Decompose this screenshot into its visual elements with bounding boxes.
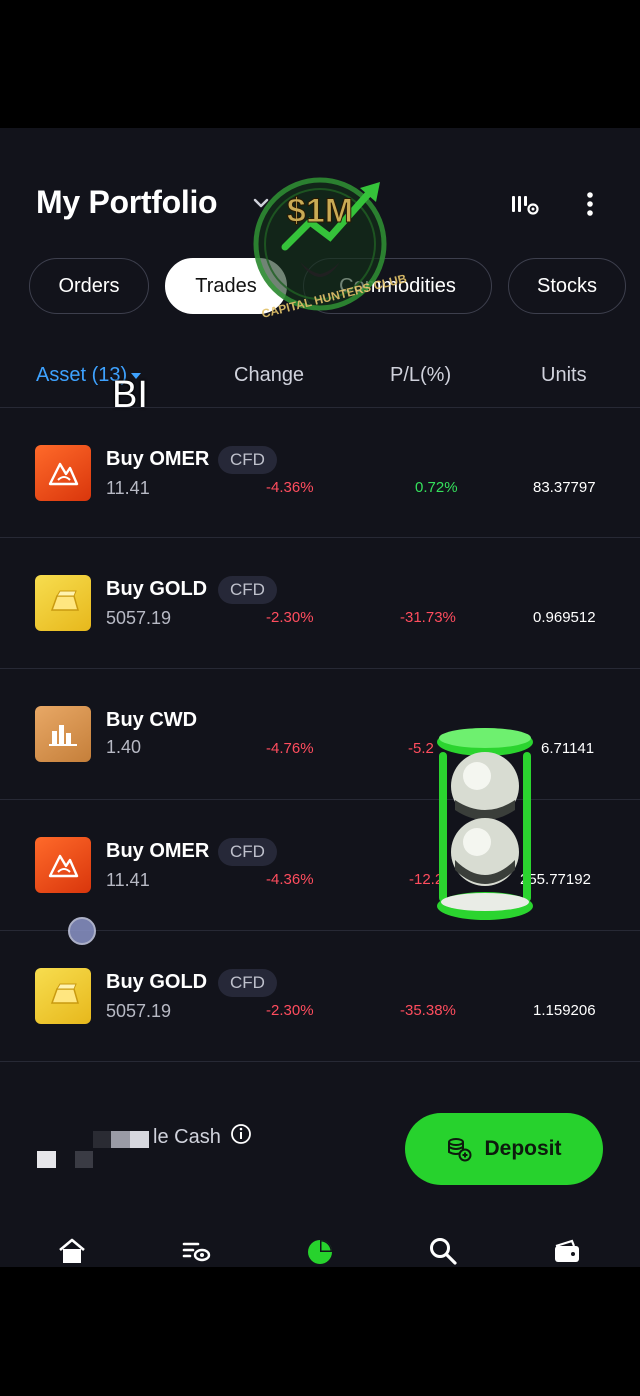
asset-name: Buy GOLD (106, 971, 208, 993)
search-icon[interactable] (428, 1236, 458, 1266)
asset-price: 11.41 (106, 870, 150, 890)
asset-name: Buy OMER (106, 448, 210, 470)
asset-price: 5057.19 (106, 608, 172, 628)
header: My Portfolio (0, 128, 640, 258)
units-header[interactable]: Units (541, 364, 587, 387)
page-title: My Portfolio (36, 184, 218, 220)
asset-name: Buy CWD (106, 709, 198, 731)
redacted-block (37, 1151, 56, 1168)
pl-value: -31.73% (400, 609, 456, 626)
asset-price: 1.40 (106, 737, 142, 757)
pl-value: 0.72% (415, 479, 458, 496)
table-header: Asset (13) Change P/L(%) Units (0, 358, 640, 406)
cfd-badge: CFD (218, 969, 277, 997)
redacted-block (93, 1131, 111, 1148)
redacted-block (130, 1131, 149, 1148)
tab-orders[interactable]: Orders (29, 258, 149, 314)
more-options-icon[interactable] (574, 188, 606, 220)
deposit-button[interactable]: Deposit (405, 1113, 603, 1185)
deposit-label: Deposit (484, 1137, 562, 1160)
change-value: -4.36% (266, 871, 314, 888)
gold-bar-icon (35, 575, 91, 631)
wallet-icon[interactable] (552, 1236, 582, 1266)
redacted-block (111, 1131, 130, 1148)
pl-value: -35.38% (400, 1002, 456, 1019)
touch-indicator (68, 917, 96, 945)
column-settings-icon[interactable] (509, 188, 541, 220)
portfolio-icon[interactable] (305, 1236, 335, 1266)
change-value: -2.30% (266, 1002, 314, 1019)
tab-trades[interactable]: Trades (165, 258, 287, 314)
chevron-down-icon[interactable] (250, 192, 272, 214)
cfd-badge: CFD (218, 838, 277, 866)
cwd-logo-icon (35, 706, 91, 762)
trade-row[interactable]: Buy GOLD CFD 5057.19 -2.30% -35.38% 1.15… (0, 931, 640, 1061)
change-value: -4.36% (266, 479, 314, 496)
tab-commodities[interactable]: Commodities (303, 258, 492, 314)
change-value: -2.30% (266, 609, 314, 626)
units-value: 6.71141 (541, 740, 595, 757)
redacted-block (75, 1151, 93, 1168)
change-value: -4.76% (266, 740, 314, 757)
bottom-nav (0, 1228, 640, 1267)
cfd-badge: CFD (218, 446, 277, 474)
gold-bar-icon (35, 968, 91, 1024)
pl-header[interactable]: P/L(%) (390, 364, 451, 387)
app-screen: My Portfolio Orders Trades Commodities S… (0, 128, 640, 1267)
units-value: 0.969512 (533, 609, 596, 626)
cfd-badge: CFD (218, 576, 277, 604)
divider (0, 1061, 640, 1062)
trade-row[interactable]: Buy GOLD CFD 5057.19 -2.30% -31.73% 0.96… (0, 538, 640, 668)
change-header[interactable]: Change (234, 364, 304, 387)
asset-price: 5057.19 (106, 1001, 172, 1021)
hourglass-loading-icon (437, 728, 533, 920)
tab-stocks[interactable]: Stocks (508, 258, 626, 314)
watchlist-icon[interactable] (181, 1236, 211, 1266)
units-value: 83.37797 (533, 479, 596, 496)
home-icon[interactable] (57, 1236, 87, 1266)
coins-add-icon (448, 1138, 472, 1162)
units-value: 1.159206 (533, 1002, 596, 1019)
omer-logo-icon (35, 445, 91, 501)
asset-name: Buy GOLD (106, 578, 208, 600)
info-icon[interactable] (230, 1123, 252, 1145)
portfolio-tabs: Orders Trades Commodities Stocks (0, 258, 640, 316)
omer-logo-icon (35, 837, 91, 893)
available-cash-label: le Cash (153, 1126, 221, 1148)
asset-name: Buy OMER (106, 840, 210, 862)
asset-price: 11.41 (106, 478, 150, 498)
trade-row[interactable]: Buy OMER CFD 11.41 -4.36% 0.72% 83.37797 (0, 408, 640, 538)
